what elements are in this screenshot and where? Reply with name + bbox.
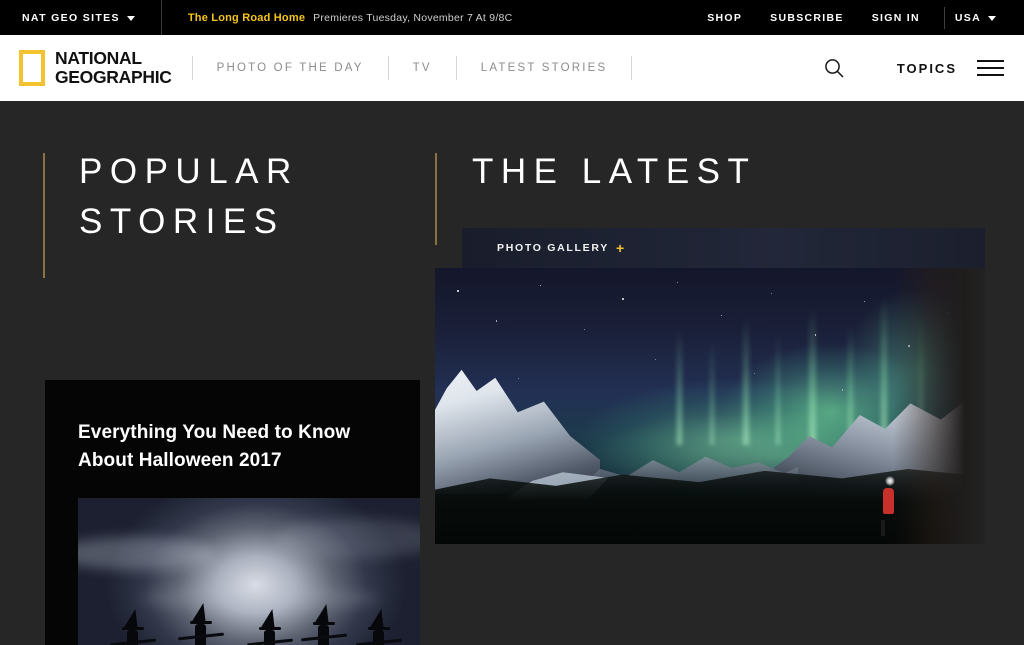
hamburger-bar [977, 60, 1004, 62]
main-content: POPULAR STORIES Everything You Need to K… [0, 101, 1024, 645]
topbar-left-group: NAT GEO SITES The Long Road Home Premier… [0, 0, 512, 35]
topbar-divider [160, 0, 162, 35]
search-button[interactable] [809, 57, 859, 79]
hamburger-menu-icon[interactable] [975, 56, 1006, 80]
story-headline: Everything You Need to Know About Hallow… [78, 422, 351, 471]
the-latest-title: THE LATEST [472, 152, 757, 191]
plus-icon: + [615, 240, 626, 256]
logo-wordmark: NATIONAL GEOGRAPHIC [55, 47, 172, 87]
primary-navigation: PHOTO OF THE DAY TV LATEST STORIES [191, 56, 633, 80]
photo-gallery-label-group: PHOTO GALLERY + [497, 241, 626, 255]
popular-stories-section-header: POPULAR STORIES [43, 152, 299, 278]
nav-item-photo-of-the-day[interactable]: PHOTO OF THE DAY [193, 62, 388, 74]
yellow-rectangle-icon [19, 50, 45, 86]
sign-in-link[interactable]: SIGN IN [858, 12, 934, 24]
nat-geo-sites-label: NAT GEO SITES [22, 11, 120, 24]
logo-line-1: NATIONAL [55, 47, 142, 68]
subscribe-link[interactable]: SUBSCRIBE [756, 12, 858, 24]
photo-gallery-banner[interactable]: PHOTO GALLERY + [462, 228, 985, 268]
popular-story-card[interactable]: Everything You Need to Know About Hallow… [45, 380, 420, 645]
hero-aurora-image [435, 268, 985, 544]
topbar-right-divider [943, 6, 945, 29]
section-accent-rule [43, 153, 45, 278]
region-selector[interactable]: USA [955, 12, 1006, 24]
nat-geo-sites-dropdown[interactable]: NAT GEO SITES [22, 12, 135, 24]
latest-hero-card[interactable]: PHOTO GALLERY + [435, 228, 985, 544]
popular-stories-title: POPULAR STORIES [79, 152, 299, 241]
promo-subtitle: Premieres Tuesday, November 7 At 9/8C [313, 11, 513, 24]
hamburger-bar [977, 67, 1004, 69]
logo-line-2: GEOGRAPHIC [55, 67, 172, 87]
region-label: USA [954, 11, 981, 24]
site-header: NATIONAL GEOGRAPHIC PHOTO OF THE DAY TV … [0, 35, 1024, 101]
story-thumbnail-image [78, 498, 420, 645]
nav-item-latest-stories[interactable]: LATEST STORIES [457, 62, 632, 74]
nav-divider [631, 56, 633, 80]
chevron-down-icon [126, 16, 135, 21]
national-geographic-logo[interactable]: NATIONAL GEOGRAPHIC [0, 47, 172, 87]
search-icon [824, 59, 844, 78]
utility-top-bar: NAT GEO SITES The Long Road Home Premier… [0, 0, 1024, 35]
topics-button[interactable]: TOPICS [859, 61, 975, 76]
promo-banner[interactable]: The Long Road Home Premieres Tuesday, No… [188, 12, 513, 24]
shop-link[interactable]: SHOP [693, 12, 756, 24]
topbar-right-group: SHOP SUBSCRIBE SIGN IN USA [693, 6, 1024, 29]
nav-item-tv[interactable]: TV [389, 62, 456, 74]
person-legs [880, 519, 885, 536]
header-actions: TOPICS [809, 56, 1024, 80]
promo-title[interactable]: The Long Road Home [188, 12, 305, 24]
chevron-down-icon [988, 16, 996, 21]
hero-right-fade-overlay [893, 268, 985, 544]
photo-gallery-label: PHOTO GALLERY [497, 242, 609, 254]
hamburger-bar [977, 74, 1004, 76]
the-latest-section-header: THE LATEST [435, 152, 756, 245]
